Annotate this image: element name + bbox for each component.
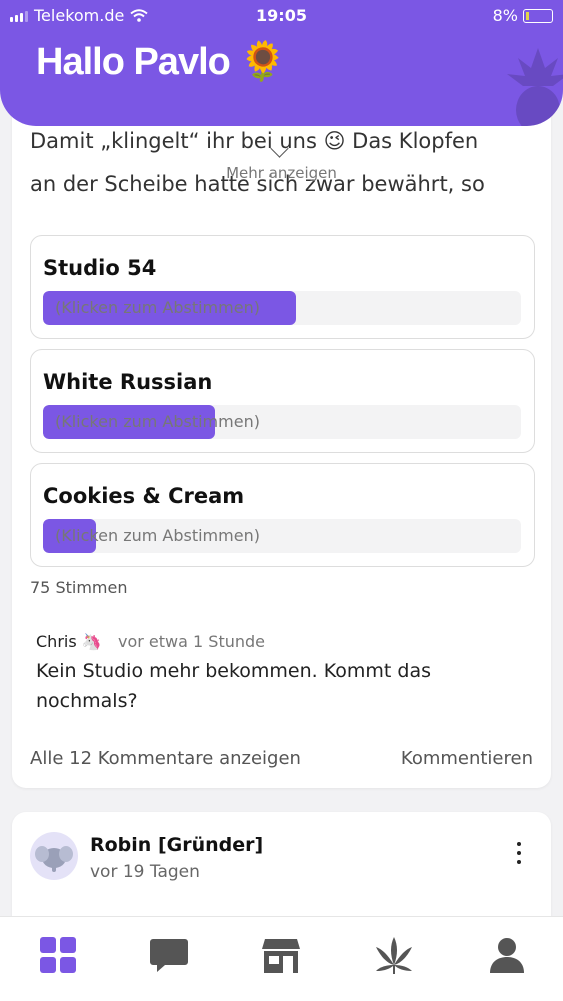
comment-time: vor etwa 1 Stunde xyxy=(118,632,265,651)
battery: 8% xyxy=(493,6,553,25)
leaf-icon xyxy=(376,937,412,974)
poll-option[interactable]: White Russian (Klicken zum Abstimmen) xyxy=(30,349,535,453)
poll-option-title: Cookies & Cream xyxy=(43,484,245,508)
battery-percent: 8% xyxy=(492,6,518,25)
poll-option-bar: (Klicken zum Abstimmen) xyxy=(43,291,521,325)
more-options-icon[interactable] xyxy=(517,842,523,869)
poll-option-title: White Russian xyxy=(43,370,213,394)
show-all-comments-link[interactable]: Alle 12 Kommentare anzeigen xyxy=(30,748,301,769)
poll-option-hint: (Klicken zum Abstimmen) xyxy=(55,526,260,545)
post-text-line: Damit „klingelt“ ihr bei uns 😉 Das Klopf… xyxy=(30,129,479,153)
comment-text: Kein Studio mehr bekommen. Kommt das noc… xyxy=(36,660,431,712)
profile-icon xyxy=(490,938,524,973)
comment-button[interactable]: Kommentieren xyxy=(401,748,533,769)
post-author[interactable]: Robin [Gründer] xyxy=(90,834,263,856)
vote-count: 75 Stimmen xyxy=(30,578,128,597)
app-header: Telekom.de 19:05 8% Hallo Pavlo 🌻 xyxy=(0,0,563,126)
chat-icon xyxy=(150,939,188,972)
poll-option-bar: (Klicken zum Abstimmen) xyxy=(43,519,521,553)
show-more-link[interactable]: Mehr anzeigen xyxy=(0,164,563,182)
nav-leaf[interactable] xyxy=(374,935,414,975)
poll-option-hint: (Klicken zum Abstimmen) xyxy=(55,298,260,317)
comment-author[interactable]: Chris 🦄 xyxy=(36,632,102,651)
elephant-avatar-icon xyxy=(35,846,73,872)
post-time: vor 19 Tagen xyxy=(90,862,200,882)
nav-profile[interactable] xyxy=(487,935,527,975)
shop-icon xyxy=(262,939,300,973)
greeting-title: Hallo Pavlo 🌻 xyxy=(36,41,287,83)
poll-option-title: Studio 54 xyxy=(43,256,157,280)
nav-chat[interactable] xyxy=(149,935,189,975)
dashboard-icon xyxy=(40,937,76,973)
poll-option[interactable]: Cookies & Cream (Klicken zum Abstimmen) xyxy=(30,463,535,567)
poll-option-bar: (Klicken zum Abstimmen) xyxy=(43,405,521,439)
clock: 19:05 xyxy=(256,6,307,25)
poll-option-hint: (Klicken zum Abstimmen) xyxy=(55,412,260,431)
pineapple-icon xyxy=(507,48,563,126)
nav-shop[interactable] xyxy=(261,935,301,975)
post-text: Damit „klingelt“ ihr bei uns 😉 Das Klopf… xyxy=(30,120,540,206)
poll-post-card: Damit „klingelt“ ihr bei uns 😉 Das Klopf… xyxy=(12,90,551,788)
status-bar: Telekom.de 19:05 8% xyxy=(0,6,563,28)
avatar[interactable] xyxy=(30,832,78,880)
nav-dashboard[interactable] xyxy=(38,935,78,975)
battery-icon xyxy=(523,8,553,23)
poll-option[interactable]: Studio 54 (Klicken zum Abstimmen) xyxy=(30,235,535,339)
bottom-navigation xyxy=(0,916,563,1001)
